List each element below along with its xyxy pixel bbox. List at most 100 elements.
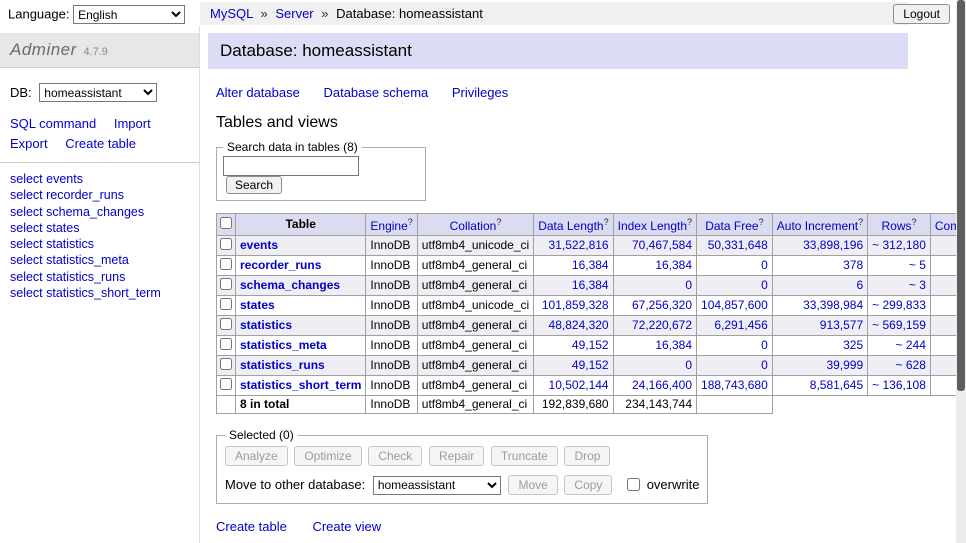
repair-button[interactable]: Repair	[429, 446, 484, 466]
data-length-value[interactable]: 16,384	[572, 258, 609, 272]
index-length-value[interactable]: 0	[685, 278, 692, 292]
data-free-value[interactable]: 188,743,680	[701, 378, 768, 392]
row-checkbox-events[interactable]	[220, 238, 232, 250]
overwrite-checkbox[interactable]	[627, 478, 640, 491]
data-free-header-link[interactable]: Data Free?	[705, 219, 763, 233]
data-length-value[interactable]: 49,152	[572, 358, 609, 372]
sidebar-item-select-statistics-runs[interactable]: select statistics_runs	[10, 269, 189, 285]
auto-increment-value[interactable]: 913,577	[820, 318, 863, 332]
create-view-link[interactable]: Create view	[312, 519, 381, 534]
index-length-value[interactable]: 0	[685, 358, 692, 372]
sql-command-link[interactable]: SQL command	[10, 116, 96, 131]
privileges-link[interactable]: Privileges	[452, 85, 508, 100]
search-input[interactable]	[223, 156, 359, 176]
index-length-value[interactable]: 67,256,320	[632, 298, 692, 312]
sidebar-item-select-statistics-short-term[interactable]: select statistics_short_term	[10, 285, 189, 301]
drop-button[interactable]: Drop	[564, 446, 610, 466]
auto-increment-value[interactable]: 325	[843, 338, 863, 352]
select-all-checkbox[interactable]	[220, 217, 232, 229]
index-length-value[interactable]: 16,384	[655, 338, 692, 352]
row-checkbox-statistics-meta[interactable]	[220, 338, 232, 350]
table-link-statistics-short-term[interactable]: statistics_short_term	[240, 378, 361, 392]
index-length-value[interactable]: 72,220,672	[632, 318, 692, 332]
auto-increment-header-link[interactable]: Auto Increment?	[777, 219, 863, 233]
row-checkbox-statistics[interactable]	[220, 318, 232, 330]
table-link-states[interactable]: states	[240, 298, 275, 312]
table-link-statistics[interactable]: statistics	[240, 318, 292, 332]
db-select[interactable]: homeassistant	[39, 83, 157, 102]
data-free-value[interactable]: 0	[761, 278, 768, 292]
table-link-schema-changes[interactable]: schema_changes	[240, 278, 340, 292]
move-db-select[interactable]: homeassistant	[373, 476, 501, 495]
table-link-recorder-runs[interactable]: recorder_runs	[240, 258, 321, 272]
sidebar-item-select-recorder-runs[interactable]: select recorder_runs	[10, 187, 189, 203]
data-length-value[interactable]: 101,859,328	[542, 298, 609, 312]
analyze-button[interactable]: Analyze	[225, 446, 288, 466]
check-button[interactable]: Check	[368, 446, 422, 466]
alter-database-link[interactable]: Alter database	[216, 85, 300, 100]
rows-count-link[interactable]: ~ 569,159	[872, 318, 926, 332]
row-checkbox-statistics-runs[interactable]	[220, 358, 232, 370]
index-length-value[interactable]: 24,166,400	[632, 378, 692, 392]
data-free-value[interactable]: 104,857,600	[701, 298, 768, 312]
rows-count-link[interactable]: ~ 299,833	[872, 298, 926, 312]
rows-header-link[interactable]: Rows?	[882, 219, 917, 233]
auto-increment-value[interactable]: 378	[843, 258, 863, 272]
data-length-header-link[interactable]: Data Length?	[538, 219, 608, 233]
logout-button[interactable]: Logout	[893, 4, 950, 24]
rows-count-link[interactable]: ~ 312,180	[872, 238, 926, 252]
index-length-value[interactable]: 70,467,584	[632, 238, 692, 252]
data-length-value[interactable]: 31,522,816	[549, 238, 609, 252]
data-length-value[interactable]: 10,502,144	[549, 378, 609, 392]
sidebar-item-select-states[interactable]: select states	[10, 220, 189, 236]
breadcrumb-server-link[interactable]: Server	[275, 6, 313, 21]
import-link[interactable]: Import	[114, 116, 151, 131]
scrollbar-thumb[interactable]	[957, 0, 965, 391]
optimize-button[interactable]: Optimize	[294, 446, 361, 466]
create-table-link[interactable]: Create table	[216, 519, 287, 534]
table-link-statistics-runs[interactable]: statistics_runs	[240, 358, 325, 372]
language-select[interactable]: English	[73, 5, 185, 24]
data-length-value[interactable]: 49,152	[572, 338, 609, 352]
row-checkbox-states[interactable]	[220, 298, 232, 310]
copy-button[interactable]: Copy	[564, 475, 612, 495]
data-free-value[interactable]: 0	[761, 258, 768, 272]
database-schema-link[interactable]: Database schema	[323, 85, 428, 100]
data-free-value[interactable]: 6,291,456	[714, 318, 767, 332]
data-free-value[interactable]: 50,331,648	[708, 238, 768, 252]
rows-count-link[interactable]: ~ 244	[896, 338, 926, 352]
export-link[interactable]: Export	[10, 136, 48, 151]
create-table-link-sidebar[interactable]: Create table	[65, 136, 136, 151]
vertical-scrollbar[interactable]	[956, 0, 966, 543]
data-length-value[interactable]: 48,824,320	[549, 318, 609, 332]
auto-increment-value[interactable]: 6	[856, 278, 863, 292]
rows-count-link[interactable]: ~ 3	[909, 278, 926, 292]
auto-increment-value[interactable]: 33,898,196	[803, 238, 863, 252]
sidebar-item-select-schema-changes[interactable]: select schema_changes	[10, 204, 189, 220]
auto-increment-value[interactable]: 39,999	[826, 358, 863, 372]
auto-increment-value[interactable]: 33,398,984	[803, 298, 863, 312]
data-free-value[interactable]: 0	[761, 358, 768, 372]
auto-increment-value[interactable]: 8,581,645	[810, 378, 863, 392]
sidebar-item-select-events[interactable]: select events	[10, 171, 189, 187]
collation-header-link[interactable]: Collation?	[450, 219, 502, 233]
table-link-statistics-meta[interactable]: statistics_meta	[240, 338, 327, 352]
truncate-button[interactable]: Truncate	[491, 446, 558, 466]
row-checkbox-recorder-runs[interactable]	[220, 258, 232, 270]
search-button[interactable]: Search	[226, 176, 282, 194]
sidebar-item-select-statistics[interactable]: select statistics	[10, 236, 189, 252]
rows-count-link[interactable]: ~ 5	[909, 258, 926, 272]
breadcrumb-mysql-link[interactable]: MySQL	[210, 6, 253, 21]
sidebar-item-select-statistics-meta[interactable]: select statistics_meta	[10, 252, 189, 268]
index-length-header-link[interactable]: Index Length?	[618, 219, 692, 233]
engine-header-link[interactable]: Engine?	[370, 219, 412, 233]
rows-count-link[interactable]: ~ 628	[896, 358, 926, 372]
row-checkbox-statistics-short-term[interactable]	[220, 378, 232, 390]
table-link-events[interactable]: events	[240, 238, 278, 252]
data-length-value[interactable]: 16,384	[572, 278, 609, 292]
row-checkbox-schema-changes[interactable]	[220, 278, 232, 290]
move-button[interactable]: Move	[508, 475, 557, 495]
index-length-value[interactable]: 16,384	[655, 258, 692, 272]
data-free-value[interactable]: 0	[761, 338, 768, 352]
rows-count-link[interactable]: ~ 136,108	[872, 378, 926, 392]
